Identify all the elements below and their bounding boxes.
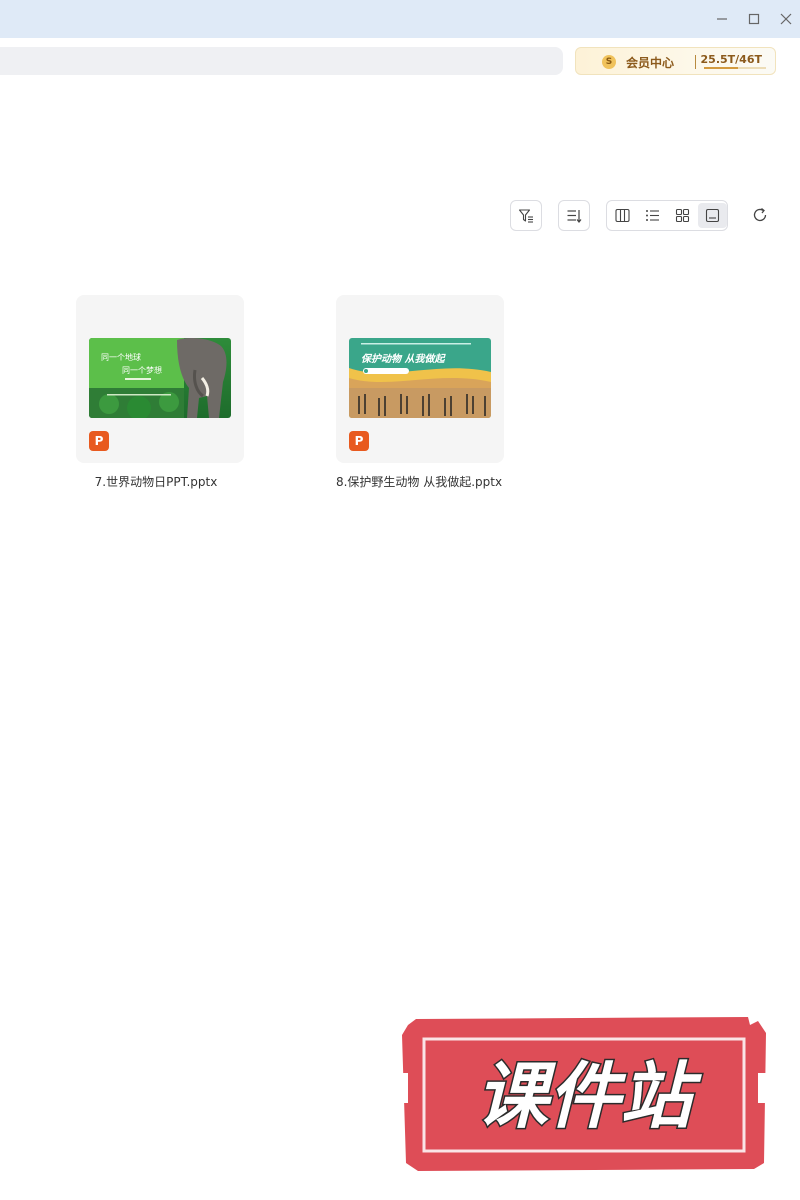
thumb-title-2: 同一个梦想 [122, 365, 162, 375]
column-view-button[interactable] [608, 203, 637, 228]
file-thumbnail: 同一个地球 同一个梦想 [89, 338, 231, 418]
close-icon[interactable] [776, 9, 796, 29]
sort-button[interactable] [558, 200, 590, 231]
coin-icon: S [602, 55, 616, 69]
vip-center-label: 会员中心 [626, 56, 675, 70]
file-name[interactable]: 7.世界动物日PPT.pptx [71, 472, 241, 492]
storage-text: 25.5T/46T [700, 53, 762, 66]
ppt-file-icon: P [89, 431, 109, 451]
title-bar [0, 0, 800, 38]
storage-bar-fill [704, 67, 739, 69]
file-card[interactable]: 同一个地球 同一个梦想 P [76, 295, 244, 463]
filter-icon [518, 209, 533, 223]
preview-view-button[interactable] [698, 203, 727, 228]
grid-view-icon [675, 208, 690, 223]
minimize-icon[interactable] [712, 9, 732, 29]
list-view-button[interactable] [638, 203, 667, 228]
file-thumbnail: 保护动物 从我做起 [349, 338, 491, 418]
refresh-icon [753, 207, 767, 222]
grid-view-button[interactable] [668, 203, 697, 228]
thumb-title: 保护动物 从我做起 [361, 353, 446, 365]
file-name[interactable]: 8.保护野生动物 从我做起.pptx [334, 472, 504, 492]
refresh-button[interactable] [750, 205, 770, 225]
vip-divider [695, 55, 696, 69]
storage-bar [704, 67, 766, 69]
vip-center-button[interactable]: S 会员中心 25.5T/46T [575, 47, 776, 75]
file-card[interactable]: 保护动物 从我做起 P [336, 295, 504, 463]
column-view-icon [615, 208, 630, 223]
storage-usage: 25.5T/46T [700, 53, 766, 71]
ppt-file-icon: P [349, 431, 369, 451]
search-bar[interactable] [0, 47, 563, 75]
watermark-text: 课件站 [476, 1054, 702, 1138]
sort-icon [567, 210, 582, 223]
preview-view-icon [705, 208, 720, 223]
watermark-stamp: 课件站 [398, 1013, 770, 1173]
maximize-icon[interactable] [744, 9, 764, 29]
view-mode-switcher [606, 200, 728, 231]
filter-button[interactable] [510, 200, 542, 231]
list-view-icon [646, 210, 659, 221]
thumb-title-1: 同一个地球 [101, 352, 141, 362]
